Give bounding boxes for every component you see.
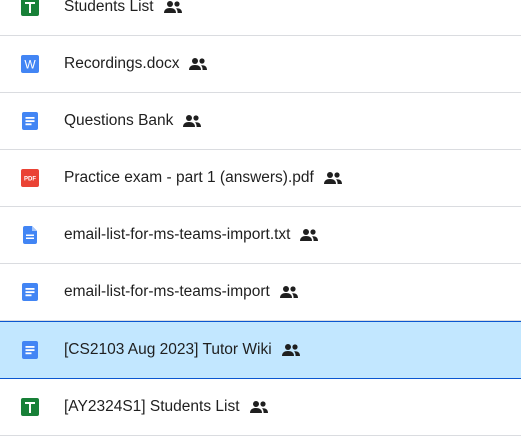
file-name: Practice exam - part 1 (answers).pdf [64,169,343,187]
file-row[interactable]: email-list-for-ms-teams-import.txt [0,207,521,264]
file-name-text: email-list-for-ms-teams-import [64,283,270,300]
file-name-text: [CS2103 Aug 2023] Tutor Wiki [64,341,272,358]
google-sheets-icon [20,397,40,417]
svg-text:W: W [24,58,36,72]
shared-people-icon [249,400,269,414]
file-row[interactable]: email-list-for-ms-teams-import [0,264,521,321]
shared-people-icon [281,343,301,357]
shared-people-icon [299,228,319,242]
shared-people-icon [323,171,343,185]
text-file-icon [20,225,40,245]
file-name-text: Students List [64,0,154,15]
file-name: email-list-for-ms-teams-import [64,283,299,301]
shared-people-icon [188,57,208,71]
shared-people-icon [182,114,202,128]
file-name: [CS2103 Aug 2023] Tutor Wiki [64,341,301,359]
file-row[interactable]: W Recordings.docx [0,36,521,93]
svg-text:PDF: PDF [24,177,36,183]
file-row[interactable]: [AY2324S1] Students List [0,379,521,436]
file-name: Recordings.docx [64,55,208,73]
file-name-text: [AY2324S1] Students List [64,398,240,415]
file-name-text: Recordings.docx [64,55,180,72]
file-name-text: Practice exam - part 1 (answers).pdf [64,169,314,186]
google-docs-icon [20,111,40,131]
file-row[interactable]: [CS2103 Aug 2023] Tutor Wiki [0,321,521,379]
file-name-text: email-list-for-ms-teams-import.txt [64,226,291,243]
file-row[interactable]: PDF Practice exam - part 1 (answers).pdf [0,150,521,207]
pdf-icon: PDF [20,168,40,188]
file-name: [AY2324S1] Students List [64,398,269,416]
file-name-text: Questions Bank [64,112,174,129]
file-name: Questions Bank [64,112,202,130]
file-row[interactable]: Students List [0,0,521,36]
file-name: Students List [64,0,183,16]
shared-people-icon [279,285,299,299]
google-docs-icon [20,340,40,360]
google-docs-icon [20,282,40,302]
file-list: Students List W Recordings.docx Question… [0,0,521,436]
google-sheets-icon [20,0,40,17]
word-doc-icon: W [20,54,40,74]
file-name: email-list-for-ms-teams-import.txt [64,226,319,244]
shared-people-icon [163,0,183,14]
file-row[interactable]: Questions Bank [0,93,521,150]
